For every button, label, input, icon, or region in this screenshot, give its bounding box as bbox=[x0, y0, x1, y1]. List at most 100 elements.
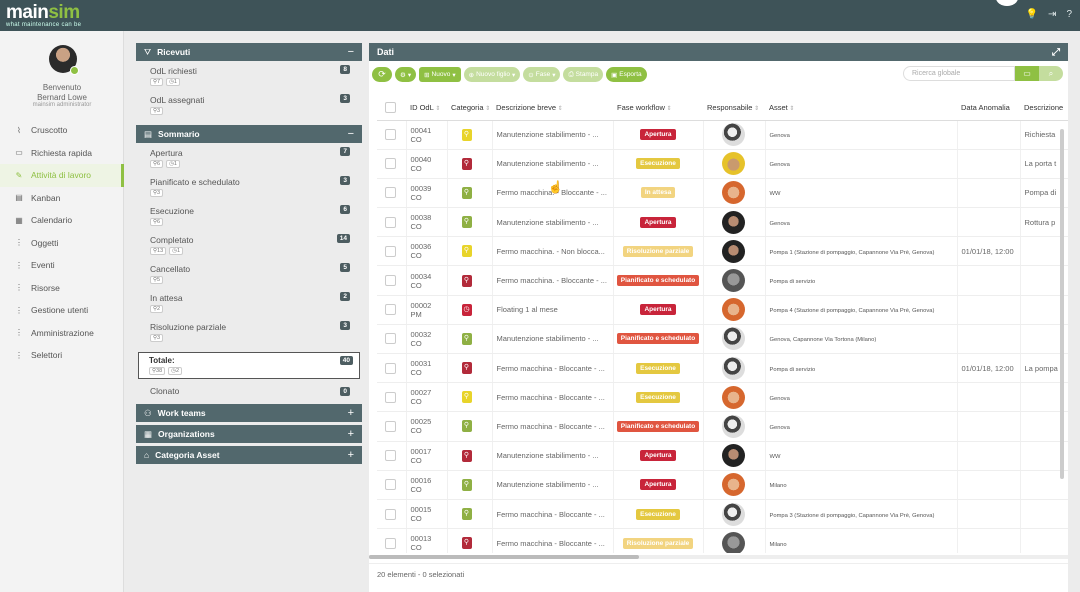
responsible-avatar[interactable] bbox=[721, 327, 745, 351]
filter-item[interactable]: Cancellato 5 ⚲5 bbox=[136, 262, 362, 291]
nav-item-7[interactable]: ⋮ Risorse bbox=[0, 277, 124, 300]
row-select-cell[interactable] bbox=[377, 528, 407, 553]
nav-item-0[interactable]: ⌇ Cruscotto bbox=[0, 119, 124, 142]
column-header[interactable]: ID OdL ⇕ bbox=[406, 96, 447, 121]
mainsim-logo[interactable]: mainsim what maintenance can be bbox=[6, 3, 81, 28]
table-row[interactable]: 00027 CO ⚲ Fermo macchina - Bloccante - ...… bbox=[377, 382, 1068, 413]
settings-dropdown[interactable]: ⚙ ▾ bbox=[395, 67, 417, 82]
responsible-avatar[interactable] bbox=[721, 269, 745, 293]
vertical-scrollbar[interactable] bbox=[1060, 129, 1064, 479]
filter-item[interactable]: OdL assegnati 3 ⚲3 bbox=[136, 93, 362, 122]
row-select-cell[interactable] bbox=[377, 470, 407, 500]
column-header[interactable]: Asset ⇕ bbox=[765, 96, 957, 121]
calendar-filter-button[interactable]: ▭ bbox=[1015, 66, 1039, 81]
phase-button[interactable]: ⊙ Fase ▾ bbox=[523, 67, 561, 82]
filter-item[interactable]: Risoluzione parziale 3 ⚲3 bbox=[136, 320, 362, 349]
table-row[interactable]: 00016 CO ⚲ Manutenzione stabilimento - ... A… bbox=[377, 470, 1068, 500]
row-select-cell[interactable] bbox=[377, 499, 407, 530]
row-select-cell[interactable] bbox=[377, 324, 407, 355]
nav-item-9[interactable]: ⋮ Amministrazione bbox=[0, 322, 124, 345]
row-select-cell[interactable] bbox=[377, 441, 407, 471]
row-checkbox[interactable] bbox=[385, 275, 396, 287]
logout-icon[interactable]: ⇥ bbox=[1048, 9, 1056, 20]
row-checkbox[interactable] bbox=[385, 158, 396, 170]
table-row[interactable]: 00034 CO ⚲ Fermo macchina. - Bloccante - ..… bbox=[377, 265, 1068, 296]
table-row[interactable]: 00039 CO ⚲ Fermo macchina. - Bloccante - ..… bbox=[377, 178, 1068, 209]
responsible-avatar[interactable] bbox=[721, 123, 745, 147]
nav-item-4[interactable]: ▦ Calendario bbox=[0, 209, 124, 232]
table-row[interactable]: 00015 CO ⚲ Fermo macchina - Bloccante - ...… bbox=[377, 499, 1068, 530]
filter-item[interactable]: Pianificato e schedulato 3 ⚲3 bbox=[136, 175, 362, 204]
nav-item-8[interactable]: ⋮ Gestione utenti bbox=[0, 299, 124, 322]
responsible-avatar[interactable] bbox=[721, 152, 745, 176]
row-checkbox[interactable] bbox=[385, 508, 396, 520]
column-header[interactable]: Responsabile ⇕ bbox=[703, 96, 765, 121]
row-select-cell[interactable] bbox=[377, 149, 407, 179]
row-checkbox[interactable] bbox=[385, 304, 396, 316]
lightbulb-icon[interactable]: 💡 bbox=[1026, 9, 1038, 20]
section-header-1[interactable]: ▦ Organizations + bbox=[136, 425, 362, 443]
section-header-2[interactable]: ⌂ Categoria Asset + bbox=[136, 446, 362, 464]
export-button[interactable]: ▣ Esporta bbox=[606, 67, 647, 82]
sort-icon[interactable]: ⇕ bbox=[434, 106, 440, 112]
nav-item-6[interactable]: ⋮ Eventi bbox=[0, 254, 124, 277]
collapse-icon[interactable]: − bbox=[348, 46, 354, 58]
sort-icon[interactable]: ⇕ bbox=[556, 106, 563, 112]
responsible-avatar[interactable] bbox=[721, 239, 745, 263]
column-header[interactable]: Descrizione bbox=[1020, 96, 1068, 121]
sort-icon[interactable]: ⇕ bbox=[665, 106, 672, 112]
column-header[interactable]: Fase workflow ⇕ bbox=[613, 96, 703, 121]
row-checkbox[interactable] bbox=[385, 479, 396, 491]
select-all-checkbox[interactable] bbox=[385, 102, 396, 114]
collapse-icon[interactable]: − bbox=[348, 128, 354, 140]
filter-item[interactable]: In attesa 2 ⚲2 bbox=[136, 291, 362, 320]
row-select-cell[interactable] bbox=[377, 178, 407, 209]
section-header-0[interactable]: ⚇ Work teams + bbox=[136, 404, 362, 422]
row-checkbox[interactable] bbox=[385, 129, 396, 141]
expand-plus-icon[interactable]: + bbox=[348, 428, 354, 440]
table-row[interactable]: 00038 CO ⚲ Manutenzione stabilimento - ... A… bbox=[377, 207, 1068, 238]
responsible-avatar[interactable] bbox=[721, 414, 745, 438]
row-checkbox[interactable] bbox=[385, 216, 396, 228]
filter-item[interactable]: Esecuzione 6 ⚲6 bbox=[136, 204, 362, 233]
table-row[interactable]: 00025 CO ⚲ Fermo macchina - Bloccante - ...… bbox=[377, 411, 1068, 442]
expand-icon[interactable]: ⤢ bbox=[1052, 47, 1060, 58]
sommario-header[interactable]: ▤ Sommario − bbox=[136, 125, 362, 143]
row-select-cell[interactable] bbox=[377, 207, 407, 238]
scrollbar-thumb[interactable] bbox=[369, 555, 639, 559]
responsible-avatar[interactable] bbox=[721, 473, 745, 497]
row-checkbox[interactable] bbox=[385, 245, 396, 257]
sort-icon[interactable]: ⇕ bbox=[788, 106, 794, 112]
responsible-avatar[interactable] bbox=[721, 444, 745, 468]
expand-plus-icon[interactable]: + bbox=[348, 449, 354, 461]
nav-item-3[interactable]: ▤ Kanban bbox=[0, 187, 124, 210]
row-checkbox[interactable] bbox=[385, 362, 396, 374]
nav-item-2[interactable]: ✎ Attività di lavoro bbox=[0, 164, 124, 187]
table-row[interactable]: 00041 CO ⚲ Manutenzione stabilimento - ... A… bbox=[377, 120, 1068, 150]
clonato-item[interactable]: Clonato 0 bbox=[136, 386, 362, 400]
ricevuti-header[interactable]: ⛛ Ricevuti − bbox=[136, 43, 362, 61]
responsible-avatar[interactable] bbox=[721, 356, 745, 380]
nav-item-5[interactable]: ⋮ Oggetti bbox=[0, 232, 124, 255]
nav-item-10[interactable]: ⋮ Selettori bbox=[0, 344, 124, 367]
search-input[interactable]: Ricerca globale bbox=[903, 66, 1015, 81]
refresh-button[interactable]: ⟳ bbox=[372, 67, 392, 82]
table-row[interactable]: 00036 CO ⚲ Fermo macchina. - Non blocca... R… bbox=[377, 236, 1068, 267]
row-select-cell[interactable] bbox=[377, 353, 407, 384]
responsible-avatar[interactable] bbox=[721, 298, 745, 322]
sort-icon[interactable]: ⇕ bbox=[752, 106, 759, 112]
row-checkbox[interactable] bbox=[385, 420, 396, 432]
responsible-avatar[interactable] bbox=[721, 210, 745, 234]
row-select-cell[interactable] bbox=[377, 382, 407, 413]
table-row[interactable]: 00031 CO ⚲ Fermo macchina - Bloccante - ...… bbox=[377, 353, 1068, 384]
nav-item-1[interactable]: ▭ Richiesta rapida bbox=[0, 142, 124, 165]
sort-icon[interactable]: ⇕ bbox=[484, 106, 490, 112]
user-menu-circle[interactable] bbox=[996, 0, 1018, 6]
table-row[interactable]: 00002 PM ◷ Floating 1 al mese Apertura Pompa … bbox=[377, 295, 1068, 325]
new-child-button[interactable]: ⊕ Nuovo figlio ▾ bbox=[463, 67, 521, 82]
row-select-cell[interactable] bbox=[377, 295, 407, 325]
filter-item[interactable]: Completato 14 ⚲13 ◷1 bbox=[136, 233, 362, 262]
responsible-avatar[interactable] bbox=[721, 385, 745, 409]
column-header[interactable]: Descrizione breve ⇕ bbox=[492, 96, 613, 121]
expand-plus-icon[interactable]: + bbox=[348, 407, 354, 419]
